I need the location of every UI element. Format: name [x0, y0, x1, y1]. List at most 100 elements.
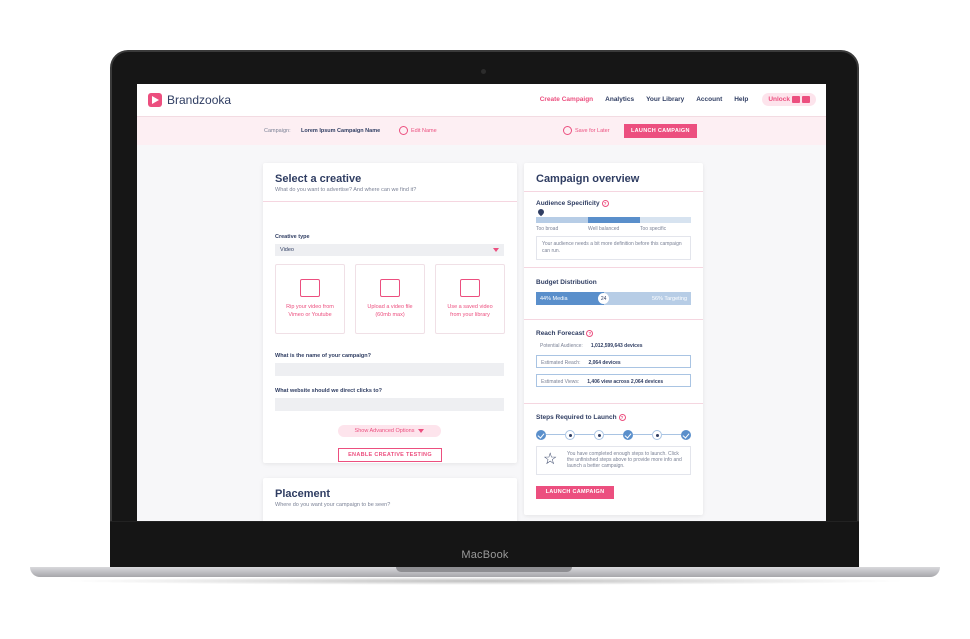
specificity-bar — [536, 215, 691, 223]
step-connector — [575, 434, 594, 435]
campaign-name-input[interactable] — [275, 363, 504, 376]
edit-name-button[interactable]: Edit Name — [399, 126, 437, 135]
nav-create-campaign[interactable]: Create Campaign — [540, 96, 593, 103]
option-text: Use a saved video — [447, 304, 493, 310]
nav-your-library[interactable]: Your Library — [646, 96, 684, 103]
reach-forecast-label: Reach Forecast — [536, 330, 585, 338]
link-video-icon — [300, 279, 320, 297]
budget-media-label: 44% Media — [540, 296, 568, 302]
budget-slider-handle[interactable]: 24 — [598, 293, 610, 304]
website-input[interactable] — [275, 398, 504, 411]
nav-help[interactable]: Help — [734, 96, 748, 103]
overview-divider — [524, 191, 703, 192]
step-complete-icon[interactable] — [623, 430, 633, 440]
main-content: Select a creative What do you want to ad… — [137, 145, 826, 521]
help-icon[interactable]: ? — [586, 330, 594, 337]
budget-targeting-label: 56% Targeting — [651, 296, 687, 302]
nav-account[interactable]: Account — [696, 96, 722, 103]
step-connector — [633, 434, 652, 435]
step-pending-icon[interactable] — [565, 430, 575, 440]
pencil-icon — [399, 126, 408, 135]
top-navigation: Brandzooka Create Campaign Analytics You… — [137, 84, 826, 117]
step-complete-icon[interactable] — [681, 430, 691, 440]
step-connector — [662, 434, 681, 435]
unlock-button[interactable]: Unlock — [762, 93, 816, 106]
views-value: 1,406 view across 2,064 devices — [587, 379, 664, 385]
steps-label: Steps Required to Launch — [536, 414, 617, 422]
label-too-specific: Too specific — [640, 226, 667, 232]
laptop-notch — [396, 567, 572, 572]
budget-slider[interactable]: 44% Media 56% Targeting 24 — [536, 292, 691, 305]
step-pending-icon[interactable] — [652, 430, 662, 440]
step-connector — [604, 434, 623, 435]
option-upload-video[interactable]: Upload a video file (60mb max) — [355, 264, 425, 334]
help-icon[interactable]: ? — [618, 414, 626, 421]
reach-forecast-title: Reach Forecast? — [536, 330, 594, 338]
plus-badge-icon — [802, 96, 810, 103]
campaign-overview-card: Campaign overview Audience Specificity? … — [524, 163, 703, 515]
upload-folder-icon — [380, 279, 400, 297]
specificity-note: Your audience needs a bit more definitio… — [536, 236, 691, 260]
potential-label: Potential Audience: — [540, 343, 583, 349]
overview-divider — [524, 319, 703, 320]
creative-divider — [263, 201, 517, 202]
option-text: Rip your video from — [286, 304, 334, 310]
creative-type-label: Creative type — [275, 234, 310, 240]
specificity-segment-specific — [640, 217, 691, 223]
step-connector — [546, 434, 565, 435]
step-complete-icon[interactable] — [536, 430, 546, 440]
creative-type-select[interactable]: Video — [275, 244, 504, 256]
campaign-label: Campaign: — [264, 128, 291, 134]
option-rip-video[interactable]: Rip your video from Vimeo or Youtube — [275, 264, 345, 334]
brand-name: Brandzooka — [167, 93, 232, 107]
reach-value: 2,064 devices — [588, 360, 621, 366]
star-badge-icon: ☆ — [543, 451, 558, 468]
option-text: Vimeo or Youtube — [288, 312, 332, 318]
budget-distribution-title: Budget Distribution — [536, 279, 597, 286]
potential-value: 1,012,599,643 devices — [590, 343, 643, 349]
device-label: MacBook — [461, 549, 509, 561]
launch-campaign-button-top[interactable]: LAUNCH CAMPAIGN — [624, 124, 697, 138]
step-pending-icon[interactable] — [594, 430, 604, 440]
specificity-segment-broad — [536, 217, 588, 223]
save-for-later-button[interactable]: Save for Later — [563, 126, 610, 135]
launch-campaign-button[interactable]: LAUNCH CAMPAIGN — [536, 486, 614, 499]
audience-specificity-label: Audience Specificity — [536, 200, 600, 208]
advanced-options-label: Show Advanced Options — [354, 428, 415, 434]
brand-logo[interactable]: Brandzooka — [148, 93, 231, 107]
unlock-label: Unlock — [768, 96, 790, 103]
laptop-shadow — [60, 577, 910, 585]
option-text: Upload a video file — [367, 304, 413, 310]
camera-dot — [481, 69, 486, 74]
campaign-name-question: What is the name of your campaign? — [275, 353, 371, 359]
nav-analytics[interactable]: Analytics — [605, 96, 634, 103]
enable-creative-testing-button[interactable]: ENABLE CREATIVE TESTING — [338, 448, 442, 462]
placement-subtitle: Where do you want your campaign to be se… — [275, 502, 391, 508]
campaign-name: Lorem Ipsum Campaign Name — [301, 128, 381, 134]
select-creative-card: Select a creative What do you want to ad… — [263, 163, 517, 463]
placement-title: Placement — [275, 488, 331, 500]
overview-divider — [524, 403, 703, 404]
creative-title: Select a creative — [275, 173, 362, 185]
label-well-balanced: Well balanced — [588, 226, 620, 232]
advanced-options-toggle[interactable]: Show Advanced Options — [338, 425, 441, 437]
steps-title: Steps Required to Launch? — [536, 414, 626, 421]
option-text: from your library — [450, 312, 490, 318]
creative-subtitle: What do you want to advertise? And where… — [275, 187, 417, 193]
campaign-bar: Campaign: Lorem Ipsum Campaign Name Edit… — [137, 117, 826, 145]
caret-down-icon — [418, 428, 425, 433]
potential-audience-row: Potential Audience: 1,012,599,643 devices — [536, 339, 691, 352]
app-screen: Brandzooka Create Campaign Analytics You… — [137, 84, 826, 521]
website-question: What website should we direct clicks to? — [275, 388, 382, 394]
save-icon — [563, 126, 572, 135]
caret-down-icon — [493, 248, 499, 252]
audience-specificity-title: Audience Specificity? — [536, 200, 609, 207]
launch-steps-track — [536, 430, 691, 440]
overview-title: Campaign overview — [536, 173, 640, 185]
creative-type-value: Video — [280, 247, 294, 253]
option-text: (60mb max) — [375, 312, 405, 318]
reach-label: Estimated Reach: — [541, 360, 581, 366]
steps-message: You have completed enough steps to launc… — [567, 451, 682, 469]
help-icon[interactable]: ? — [601, 200, 609, 207]
option-saved-video[interactable]: Use a saved video from your library — [435, 264, 505, 334]
